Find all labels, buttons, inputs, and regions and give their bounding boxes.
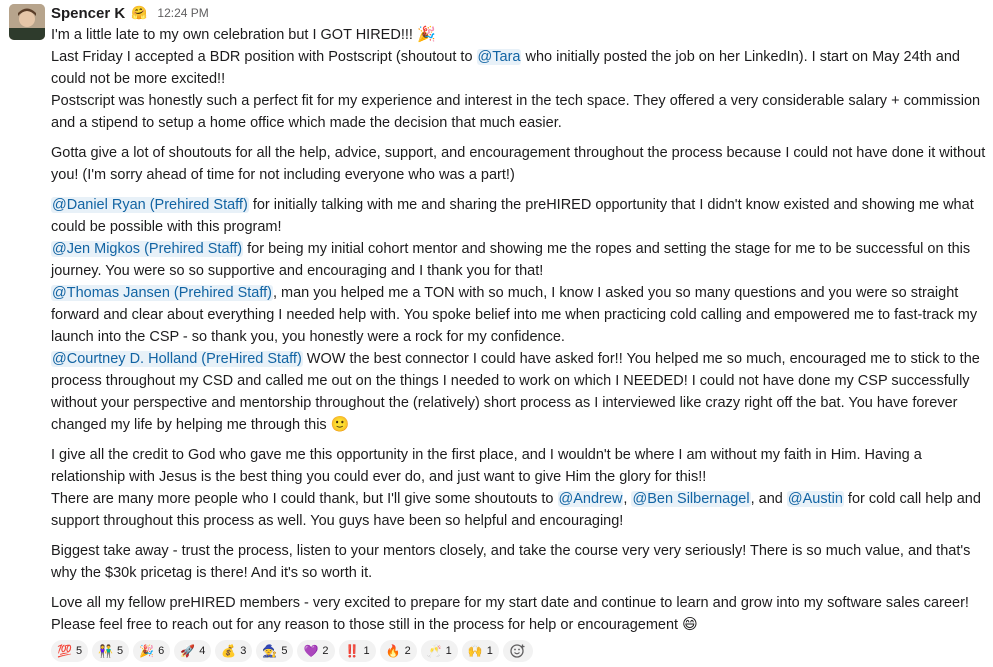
reaction-button[interactable]: 👫 5 (92, 640, 130, 662)
rocket-icon: 🚀 (180, 644, 196, 658)
reaction-count: 1 (486, 645, 493, 657)
emoji-icon: 🎉 (416, 26, 436, 43)
message-header: Spencer K 🤗 12:24 PM (51, 3, 209, 23)
user-mention[interactable]: @Courtney D. Holland (PreHired Staff) (51, 351, 303, 367)
toast-icon: 🥂 (426, 644, 442, 658)
message: Spencer K 🤗 12:24 PM I'm a little late t… (0, 0, 993, 667)
message-text: Love all my fellow preHIRED members - ve… (51, 595, 969, 633)
user-mention[interactable]: @Daniel Ryan (Prehired Staff) (51, 197, 249, 213)
reaction-count: 1 (363, 645, 370, 657)
reaction-count: 5 (117, 645, 124, 657)
message-line: Gotta give a lot of shoutouts for all th… (51, 142, 986, 186)
message-line: I give all the credit to God who gave me… (51, 444, 986, 488)
fire-icon: 🔥 (385, 644, 401, 658)
reaction-button[interactable]: 💰 3 (215, 640, 253, 662)
hundred-icon: 💯 (57, 644, 72, 658)
message-line: I'm a little late to my own celebration … (51, 24, 986, 46)
raised-hands-icon: 🙌 (467, 644, 483, 658)
reaction-count: 4 (199, 645, 206, 657)
add-reaction-icon[interactable] (502, 640, 533, 662)
reaction-count: 5 (75, 645, 83, 657)
reaction-button[interactable]: 🚀 4 (174, 640, 212, 662)
message-line: There are many more people who I could t… (51, 488, 986, 532)
reaction-button[interactable]: 🧙 5 (256, 640, 294, 662)
user-mention[interactable]: @Ben Silbernagel (631, 491, 751, 507)
status-emoji-icon: 🤗 (131, 5, 148, 20)
message-text: I'm a little late to my own celebration … (51, 27, 417, 43)
reaction-count: 5 (281, 645, 288, 657)
user-mention[interactable]: @Thomas Jansen (Prehired Staff) (51, 285, 273, 301)
reaction-count: 3 (240, 645, 247, 657)
message-text: , and (750, 491, 787, 507)
people-hugging-icon: 👫 (98, 644, 114, 658)
reaction-button[interactable]: ‼️ 1 (338, 640, 376, 662)
reaction-count: 2 (322, 645, 329, 657)
reaction-button[interactable]: 🎉 6 (133, 640, 171, 662)
money-bag-icon: 💰 (221, 644, 237, 658)
double-exclamation-icon: ‼️ (344, 644, 360, 658)
message-body: I'm a little late to my own celebration … (51, 24, 986, 636)
user-mention[interactable]: @Jen Migkos (Prehired Staff) (51, 241, 244, 257)
message-text: Gotta give a lot of shoutouts for all th… (51, 145, 986, 183)
wizard-icon: 🧙 (262, 644, 278, 658)
emoji-icon: 😄 (682, 616, 698, 633)
reaction-button[interactable]: 🙌 1 (461, 640, 499, 662)
emoji-icon: 🙂 (330, 416, 350, 433)
message-line: Biggest take away - trust the process, l… (51, 540, 986, 584)
timestamp[interactable]: 12:24 PM (157, 6, 208, 20)
author-name[interactable]: Spencer K (51, 5, 125, 22)
party-popper-icon: 🎉 (139, 644, 155, 658)
reaction-count: 2 (404, 645, 411, 657)
message-line: @Jen Migkos (Prehired Staff) for being m… (51, 238, 986, 282)
message-text: Last Friday I accepted a BDR position wi… (51, 49, 477, 65)
reaction-bar: 💯 5 👫 5 🎉 6 🚀 4 💰 3 🧙 5 💜 2 ‼️ 1 🔥 2 🥂 1 🙌 1 (51, 640, 533, 662)
message-line: @Daniel Ryan (Prehired Staff) for initia… (51, 194, 986, 238)
purple-heart-icon: 💜 (303, 644, 319, 658)
user-mention[interactable]: @Andrew (557, 491, 624, 507)
user-mention[interactable]: @Tara (476, 49, 522, 65)
user-mention[interactable]: @Austin (786, 491, 844, 507)
reaction-button[interactable]: 🥂 1 (420, 640, 458, 662)
message-line: Postscript was honestly such a perfect f… (51, 90, 986, 134)
message-line: Last Friday I accepted a BDR position wi… (51, 46, 986, 90)
reaction-button[interactable]: 💯 5 (51, 640, 89, 662)
avatar[interactable] (9, 4, 45, 40)
reaction-button[interactable]: 💜 2 (297, 640, 335, 662)
message-line: Love all my fellow preHIRED members - ve… (51, 592, 986, 636)
message-text: Postscript was honestly such a perfect f… (51, 93, 981, 131)
reaction-button[interactable]: 🔥 2 (379, 640, 417, 662)
message-text: Biggest take away - trust the process, l… (51, 543, 971, 581)
message-text: I give all the credit to God who gave me… (51, 447, 922, 485)
message-text: There are many more people who I could t… (51, 491, 558, 507)
reaction-count: 6 (158, 645, 165, 657)
message-line: @Thomas Jansen (Prehired Staff), man you… (51, 282, 986, 348)
message-line: @Courtney D. Holland (PreHired Staff) WO… (51, 348, 986, 436)
reaction-count: 1 (445, 645, 452, 657)
